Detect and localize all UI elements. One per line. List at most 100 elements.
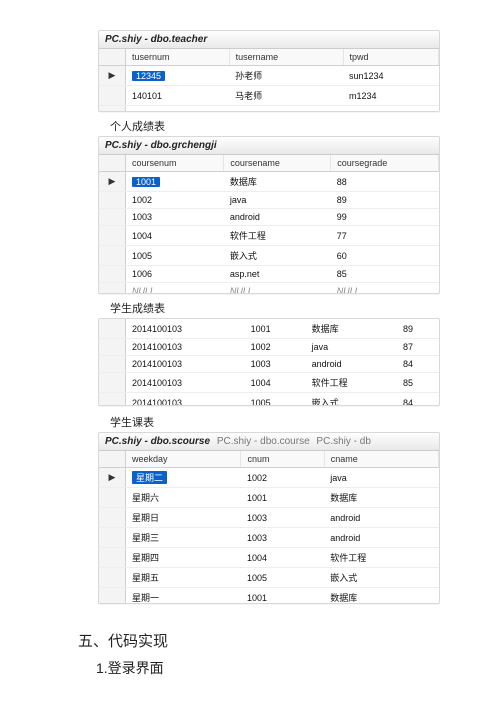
- table-cell[interactable]: android: [324, 528, 438, 548]
- row-marker[interactable]: [99, 568, 126, 588]
- table-cell[interactable]: m1234: [343, 86, 438, 106]
- table-row[interactable]: 星期三1003android: [99, 528, 439, 548]
- col-header[interactable]: cname: [324, 451, 438, 468]
- table-row[interactable]: NULLNULLNULL: [99, 283, 439, 295]
- table-cell[interactable]: 马老师: [229, 86, 343, 106]
- table-row[interactable]: 20141001031001数据库89: [99, 319, 439, 339]
- col-header[interactable]: coursenum: [126, 155, 224, 172]
- table-cell[interactable]: 1002: [241, 468, 324, 488]
- col-header[interactable]: coursegrade: [331, 155, 439, 172]
- table-row[interactable]: 1002java89: [99, 192, 439, 209]
- row-marker[interactable]: ▶: [99, 468, 126, 488]
- table-cell[interactable]: 1401010: [126, 106, 230, 113]
- table-cell[interactable]: 1001: [241, 488, 324, 508]
- row-marker[interactable]: [99, 319, 126, 339]
- table-cell[interactable]: 1004: [241, 548, 324, 568]
- table-cell[interactable]: 数据库: [224, 172, 331, 192]
- row-marker[interactable]: [99, 548, 126, 568]
- table-cell[interactable]: 数据库: [324, 488, 438, 508]
- table-cell[interactable]: 85: [331, 266, 439, 283]
- table-cell[interactable]: 星期六: [126, 488, 241, 508]
- table-cell[interactable]: 数据库: [324, 588, 438, 605]
- table-cell[interactable]: 140101: [126, 86, 230, 106]
- table-cell[interactable]: 2014100103: [126, 356, 245, 373]
- table-cell[interactable]: 89: [397, 319, 439, 339]
- table-cell[interactable]: 1001: [245, 319, 306, 339]
- table-cell[interactable]: 星期日: [126, 508, 241, 528]
- row-marker[interactable]: [99, 339, 126, 356]
- table-cell[interactable]: 1001: [241, 588, 324, 605]
- table-cell[interactable]: 12345: [126, 66, 230, 86]
- row-marker[interactable]: [99, 192, 126, 209]
- table-row[interactable]: ▶1001数据库88: [99, 172, 439, 192]
- tab-active[interactable]: PC.shiy - dbo.scourse: [105, 436, 210, 447]
- col-header[interactable]: tpwd: [343, 49, 438, 66]
- teacher-table[interactable]: tusernum tusername tpwd ▶12345孙老师sun1234…: [99, 49, 439, 112]
- table-cell[interactable]: 2014100103: [126, 393, 245, 407]
- table-row[interactable]: 20141001031002java87: [99, 339, 439, 356]
- table-row[interactable]: 1003android99: [99, 209, 439, 226]
- table-cell[interactable]: 1004: [245, 373, 306, 393]
- table-cell[interactable]: 1006: [126, 266, 224, 283]
- table-cell[interactable]: NULL: [224, 283, 331, 295]
- table-cell[interactable]: 1001: [126, 172, 224, 192]
- table-cell[interactable]: 1003: [241, 528, 324, 548]
- table-row[interactable]: 星期六1001数据库: [99, 488, 439, 508]
- table-row[interactable]: 20141001031003android84: [99, 356, 439, 373]
- table-row[interactable]: ▶12345孙老师sun1234: [99, 66, 439, 86]
- table-cell[interactable]: 软件工程: [324, 548, 438, 568]
- table-cell[interactable]: 星期三: [126, 528, 241, 548]
- table-cell[interactable]: 1002: [126, 192, 224, 209]
- table-cell[interactable]: 嵌入式: [306, 393, 397, 407]
- table-cell[interactable]: 数据库: [306, 319, 397, 339]
- table-cell[interactable]: 87: [397, 339, 439, 356]
- table-cell[interactable]: 60: [331, 246, 439, 266]
- col-header[interactable]: tusername: [229, 49, 343, 66]
- table-cell[interactable]: 软件工程: [224, 226, 331, 246]
- table-cell[interactable]: ip456: [343, 106, 438, 113]
- table-cell[interactable]: 85: [397, 373, 439, 393]
- row-marker[interactable]: [99, 488, 126, 508]
- student-grades-table[interactable]: 20141001031001数据库8920141001031002java872…: [99, 319, 439, 406]
- table-cell[interactable]: android: [324, 508, 438, 528]
- table-cell[interactable]: java: [224, 192, 331, 209]
- table-cell[interactable]: android: [224, 209, 331, 226]
- col-header[interactable]: cnum: [241, 451, 324, 468]
- table-cell[interactable]: 星期四: [126, 548, 241, 568]
- table-cell[interactable]: 软件工程: [306, 373, 397, 393]
- table-cell[interactable]: 星期五: [126, 568, 241, 588]
- row-marker[interactable]: [99, 373, 126, 393]
- table-row[interactable]: 星期五1005嵌入式: [99, 568, 439, 588]
- tab-inactive[interactable]: PC.shiy - db: [316, 436, 370, 447]
- row-marker[interactable]: [99, 86, 126, 106]
- table-cell[interactable]: 89: [331, 192, 439, 209]
- table-cell[interactable]: 1003: [245, 356, 306, 373]
- table-cell[interactable]: sun1234: [343, 66, 438, 86]
- tab-inactive[interactable]: PC.shiy - dbo.course: [217, 436, 310, 447]
- table-cell[interactable]: 1005: [241, 568, 324, 588]
- row-marker[interactable]: [99, 209, 126, 226]
- table-row[interactable]: 20141001031005嵌入式84: [99, 393, 439, 407]
- table-cell[interactable]: 2014100103: [126, 339, 245, 356]
- table-row[interactable]: ▶星期二1002java: [99, 468, 439, 488]
- table-cell[interactable]: 77: [331, 226, 439, 246]
- row-marker[interactable]: [99, 393, 126, 407]
- table-cell[interactable]: 1003: [126, 209, 224, 226]
- table-cell[interactable]: 99: [331, 209, 439, 226]
- table-cell[interactable]: 2014100103: [126, 373, 245, 393]
- table-cell[interactable]: 1003: [241, 508, 324, 528]
- table-row[interactable]: 140101马老师m1234: [99, 86, 439, 106]
- row-marker[interactable]: [99, 283, 126, 295]
- table-row[interactable]: 20141001031004软件工程85: [99, 373, 439, 393]
- table-cell[interactable]: 1005: [126, 246, 224, 266]
- row-marker[interactable]: [99, 508, 126, 528]
- col-header[interactable]: coursename: [224, 155, 331, 172]
- table-cell[interactable]: 嵌入式: [224, 246, 331, 266]
- row-marker[interactable]: [99, 246, 126, 266]
- table-cell[interactable]: NULL: [126, 283, 224, 295]
- row-marker[interactable]: [99, 106, 126, 113]
- row-marker[interactable]: ▶: [99, 66, 126, 86]
- table-cell[interactable]: 84: [397, 356, 439, 373]
- table-cell[interactable]: 84: [397, 393, 439, 407]
- table-cell[interactable]: 星期二: [126, 468, 241, 488]
